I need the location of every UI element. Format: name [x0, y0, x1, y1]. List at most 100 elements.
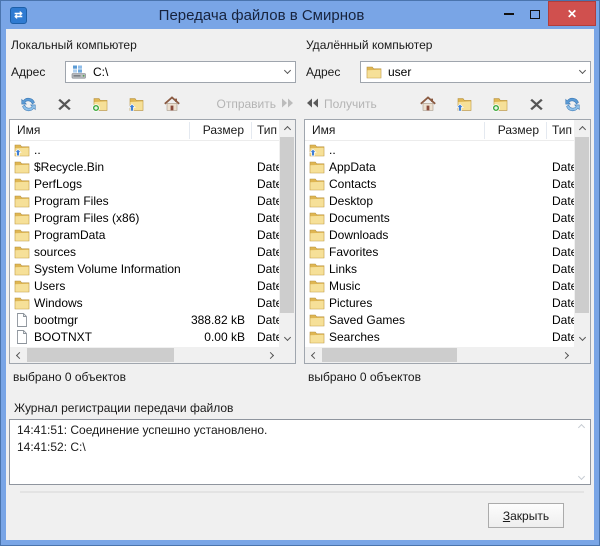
dialog-content: Локальный компьютер Адрес — [6, 29, 594, 540]
minimize-button[interactable] — [496, 1, 522, 27]
file-row[interactable]: Documents Date — [305, 209, 574, 226]
scroll-left-button[interactable] — [305, 347, 321, 363]
file-row[interactable]: $Recycle.Bin Date — [10, 158, 279, 175]
column-header-name[interactable]: Имя — [10, 122, 190, 139]
file-row[interactable]: Downloads Date — [305, 226, 574, 243]
titlebar: ⇄ Передача файлов в Смирнов ✕ — [1, 1, 599, 29]
remote-horizontal-scrollbar[interactable] — [305, 347, 574, 363]
log-scrollbar[interactable] — [574, 421, 589, 483]
file-type: Date — [252, 262, 279, 276]
close-window-button[interactable]: ✕ — [548, 1, 596, 26]
column-header-size[interactable]: Размер — [190, 122, 252, 139]
folder-icon — [309, 159, 325, 175]
file-row[interactable]: Windows Date — [10, 294, 279, 311]
file-row[interactable]: bootmgr 388.82 kB Date — [10, 311, 279, 328]
new-folder-button[interactable] — [482, 92, 518, 116]
file-row[interactable]: Saved Games Date — [305, 311, 574, 328]
file-row[interactable]: .. — [10, 141, 279, 158]
scroll-up-icon — [578, 424, 585, 431]
parent-folder-icon — [456, 96, 472, 112]
file-row[interactable]: Links Date — [305, 260, 574, 277]
file-type: Date — [547, 160, 574, 174]
local-vertical-scrollbar[interactable] — [279, 120, 295, 347]
send-label[interactable]: Отправить — [216, 97, 276, 111]
log-entries: 14:41:51: Соединение успешно установлено… — [10, 420, 590, 458]
file-size: 388.82 kB — [190, 313, 252, 327]
remote-vertical-scrollbar[interactable] — [574, 120, 590, 347]
remote-address-combobox[interactable]: user — [360, 61, 591, 83]
folder-icon — [14, 244, 30, 260]
file-row[interactable]: AppData Date — [305, 158, 574, 175]
scroll-up-button[interactable] — [279, 120, 295, 136]
close-button[interactable]: Закрыть — [488, 503, 564, 528]
file-name: ProgramData — [34, 228, 190, 242]
column-header-type[interactable]: Тип — [547, 122, 574, 139]
file-name: AppData — [329, 160, 485, 174]
local-address-label: Адрес — [9, 65, 65, 79]
receive-label[interactable]: Получить — [324, 97, 377, 111]
folder-icon — [14, 210, 30, 226]
file-row[interactable]: Music Date — [305, 277, 574, 294]
send-arrows-icon[interactable] — [281, 95, 295, 113]
delete-button[interactable] — [46, 92, 82, 116]
file-row[interactable]: Searches Date — [305, 328, 574, 345]
new-folder-button[interactable] — [82, 92, 118, 116]
file-row[interactable]: Contacts Date — [305, 175, 574, 192]
column-header-size[interactable]: Размер — [485, 122, 547, 139]
file-row[interactable]: PerfLogs Date — [10, 175, 279, 192]
file-type: Date — [547, 330, 574, 344]
file-type: Date — [252, 211, 279, 225]
file-row[interactable]: BOOTNXT 0.00 kB Date — [10, 328, 279, 345]
file-icon — [14, 312, 30, 328]
scroll-right-button[interactable] — [558, 347, 574, 363]
file-type: Date — [252, 228, 279, 242]
maximize-button[interactable] — [522, 1, 548, 27]
scroll-left-icon — [310, 351, 317, 358]
horizontal-scroll-thumb[interactable] — [322, 348, 457, 362]
vertical-scroll-thumb[interactable] — [280, 137, 294, 313]
refresh-button[interactable] — [10, 92, 46, 116]
delete-icon — [529, 97, 544, 112]
parent-folder-button[interactable] — [446, 92, 482, 116]
file-row[interactable]: ProgramData Date — [10, 226, 279, 243]
new-folder-icon — [492, 96, 508, 112]
scroll-down-button[interactable] — [574, 331, 590, 347]
file-row[interactable]: Program Files (x86) Date — [10, 209, 279, 226]
file-row[interactable]: .. — [305, 141, 574, 158]
file-row[interactable]: Program Files Date — [10, 192, 279, 209]
file-row[interactable]: Pictures Date — [305, 294, 574, 311]
horizontal-scroll-thumb[interactable] — [27, 348, 174, 362]
receive-arrows-icon[interactable] — [305, 95, 319, 113]
file-name: Desktop — [329, 194, 485, 208]
scroll-left-button[interactable] — [10, 347, 26, 363]
scroll-up-button[interactable] — [574, 120, 590, 136]
file-row[interactable]: Desktop Date — [305, 192, 574, 209]
home-button[interactable] — [154, 92, 190, 116]
column-header-name[interactable]: Имя — [305, 122, 485, 139]
scroll-down-button[interactable] — [279, 331, 295, 347]
file-row[interactable]: Favorites Date — [305, 243, 574, 260]
file-name: .. — [329, 143, 485, 157]
delete-button[interactable] — [518, 92, 554, 116]
file-type: Date — [547, 194, 574, 208]
home-button[interactable] — [410, 92, 446, 116]
file-name: Favorites — [329, 245, 485, 259]
file-name: $Recycle.Bin — [34, 160, 190, 174]
file-row[interactable]: sources Date — [10, 243, 279, 260]
local-horizontal-scrollbar[interactable] — [10, 347, 279, 363]
refresh-button[interactable] — [554, 92, 590, 116]
folder-icon — [14, 278, 30, 294]
home-icon — [420, 96, 436, 112]
column-header-type[interactable]: Тип — [252, 122, 279, 139]
vertical-scroll-thumb[interactable] — [575, 137, 589, 313]
file-type: Date — [252, 177, 279, 191]
local-address-combobox[interactable]: C:\ — [65, 61, 296, 83]
file-type: Date — [252, 330, 279, 344]
log-box[interactable]: 14:41:51: Соединение успешно установлено… — [9, 419, 591, 485]
folder-up-icon — [14, 142, 30, 158]
file-row[interactable]: System Volume Information Date — [10, 260, 279, 277]
scroll-right-button[interactable] — [263, 347, 279, 363]
parent-folder-button[interactable] — [118, 92, 154, 116]
file-type: Date — [252, 296, 279, 310]
file-row[interactable]: Users Date — [10, 277, 279, 294]
